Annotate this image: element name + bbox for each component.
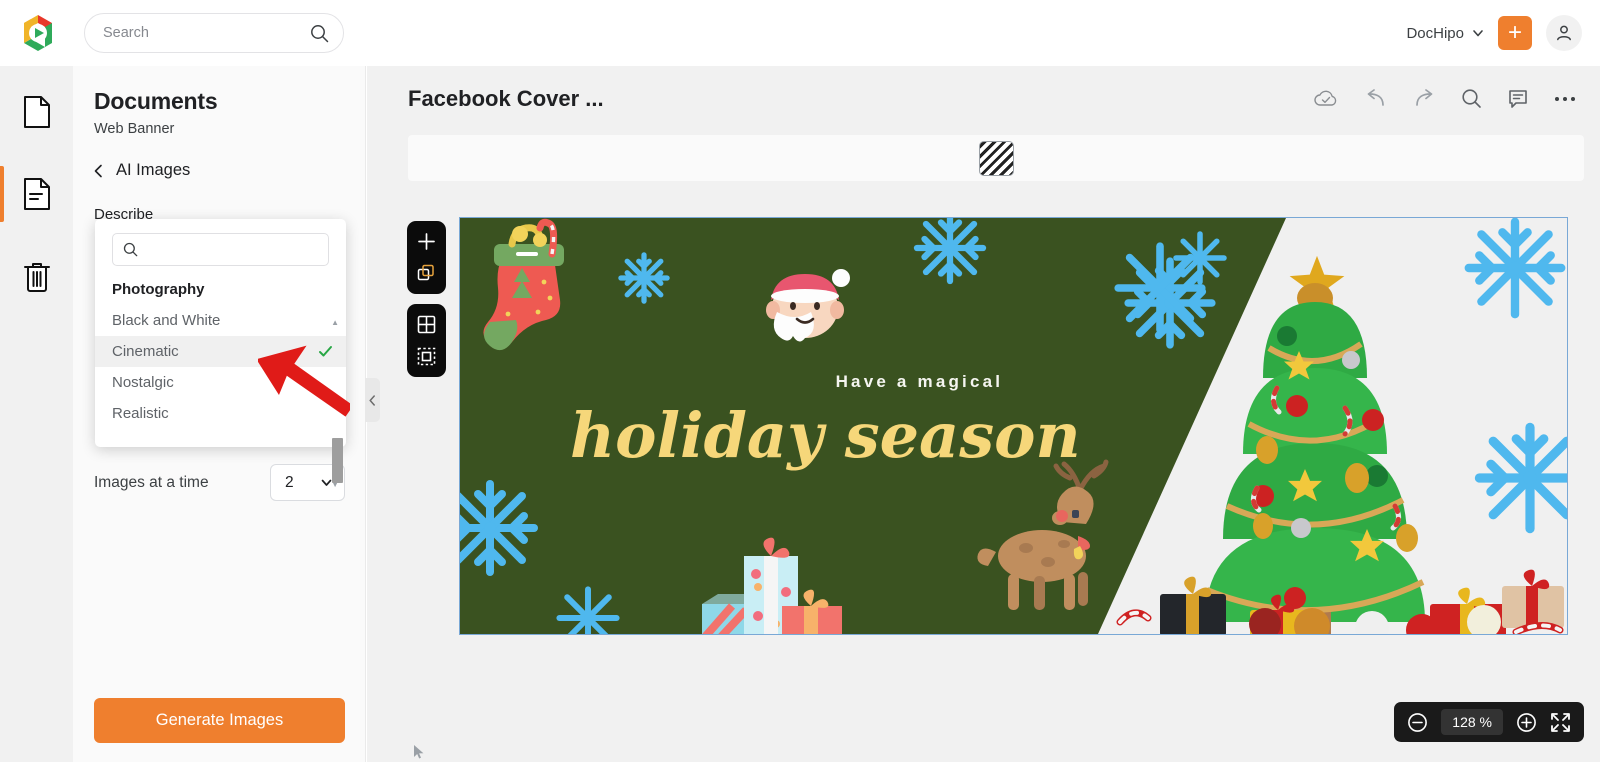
zoom-level-value[interactable]: 128 % — [1441, 709, 1503, 735]
search-icon — [310, 24, 329, 43]
canvas-heading-small: Have a magical — [835, 371, 1004, 391]
zoom-in-circle-icon[interactable] — [1516, 712, 1537, 733]
rail-item-trash[interactable] — [0, 248, 73, 304]
property-bar — [408, 135, 1584, 181]
style-dropdown: Photography Black and White Cinematic No… — [95, 219, 346, 489]
page-tools-bottom — [407, 304, 446, 377]
rail-item-documents[interactable] — [0, 166, 73, 222]
chevron-down-icon — [1472, 27, 1484, 39]
fullscreen-icon[interactable] — [1550, 712, 1571, 733]
plus-icon[interactable] — [417, 232, 436, 251]
grid-icon[interactable] — [417, 315, 436, 334]
checker-pattern-icon[interactable] — [978, 140, 1014, 176]
copy-icon[interactable] — [417, 264, 436, 283]
search-icon[interactable] — [1461, 88, 1482, 109]
images-at-a-time-label: Images at a time — [94, 473, 209, 491]
panel-title: Documents — [94, 88, 218, 114]
search-icon — [123, 242, 138, 257]
brand-label: DocHipo — [1406, 24, 1464, 42]
redo-arrow-icon[interactable] — [1413, 88, 1435, 109]
dropdown-option-realistic[interactable]: Realistic — [95, 398, 346, 429]
canvas-heading-script: holiday season — [570, 399, 1081, 473]
rail-item-blank-page[interactable] — [0, 84, 73, 140]
cloud-check-icon[interactable] — [1313, 89, 1339, 109]
global-search[interactable] — [84, 13, 344, 53]
top-bar-right: DocHipo + — [1406, 15, 1582, 51]
comment-icon[interactable] — [1508, 89, 1528, 109]
document-title[interactable]: Facebook Cover ... — [408, 86, 604, 112]
dropdown-option-nostalgic[interactable]: Nostalgic — [95, 367, 346, 398]
undo-arrow-icon[interactable] — [1365, 88, 1387, 109]
document-actions — [1313, 88, 1576, 109]
canvas-content: Have a magical holiday season — [460, 218, 1567, 634]
dropdown-option-label: Black and White — [112, 312, 221, 329]
zoom-controls: 128 % — [1394, 702, 1584, 742]
dochipo-logo-icon[interactable] — [16, 11, 60, 55]
panel-collapse-handle[interactable] — [365, 378, 380, 422]
create-new-button[interactable]: + — [1498, 16, 1532, 50]
generate-images-button[interactable]: Generate Images — [94, 698, 345, 743]
app-root: DocHipo + — [0, 0, 1600, 762]
dropdown-group-photography: Photography — [95, 274, 346, 305]
mouse-pointer-icon — [413, 744, 425, 760]
top-bar: DocHipo + — [0, 0, 1600, 66]
chevron-left-icon — [94, 164, 103, 178]
images-at-a-time-row: Images at a time 2 — [94, 464, 345, 501]
search-input[interactable] — [103, 25, 310, 41]
user-avatar-icon[interactable] — [1546, 15, 1582, 51]
dropdown-option-black-and-white[interactable]: Black and White — [95, 305, 346, 336]
zoom-out-circle-icon[interactable] — [1407, 712, 1428, 733]
dropdown-option-label: Realistic — [112, 405, 169, 422]
brand-menu[interactable]: DocHipo — [1406, 25, 1484, 42]
editor-area: Facebook Cover ... Have a magical holida… — [367, 66, 1600, 762]
ai-images-back-link[interactable]: AI Images — [94, 161, 365, 180]
dashed-square-icon[interactable] — [417, 347, 436, 366]
check-icon — [318, 344, 333, 359]
ai-images-label: AI Images — [116, 161, 191, 179]
dropdown-option-cinematic[interactable]: Cinematic — [95, 336, 346, 367]
ellipsis-icon[interactable] — [1554, 95, 1576, 103]
dropdown-search-input[interactable] — [145, 242, 322, 257]
dropdown-option-label: Nostalgic — [112, 374, 174, 391]
plus-icon: + — [1507, 19, 1522, 46]
dropdown-group-label: Photography — [112, 281, 205, 298]
left-icon-rail — [0, 66, 73, 762]
page-tools-top — [407, 221, 446, 294]
panel-subtitle: Web Banner — [94, 121, 175, 137]
dropdown-scroll-thumb[interactable] — [332, 438, 343, 483]
caret-up-icon[interactable]: ▲ — [331, 318, 339, 327]
dropdown-list: Photography Black and White Cinematic No… — [95, 274, 346, 489]
dropdown-search[interactable] — [112, 233, 329, 266]
images-count-value: 2 — [285, 473, 294, 491]
design-canvas[interactable]: Have a magical holiday season — [459, 217, 1568, 635]
dropdown-option-label: Cinematic — [112, 343, 179, 360]
